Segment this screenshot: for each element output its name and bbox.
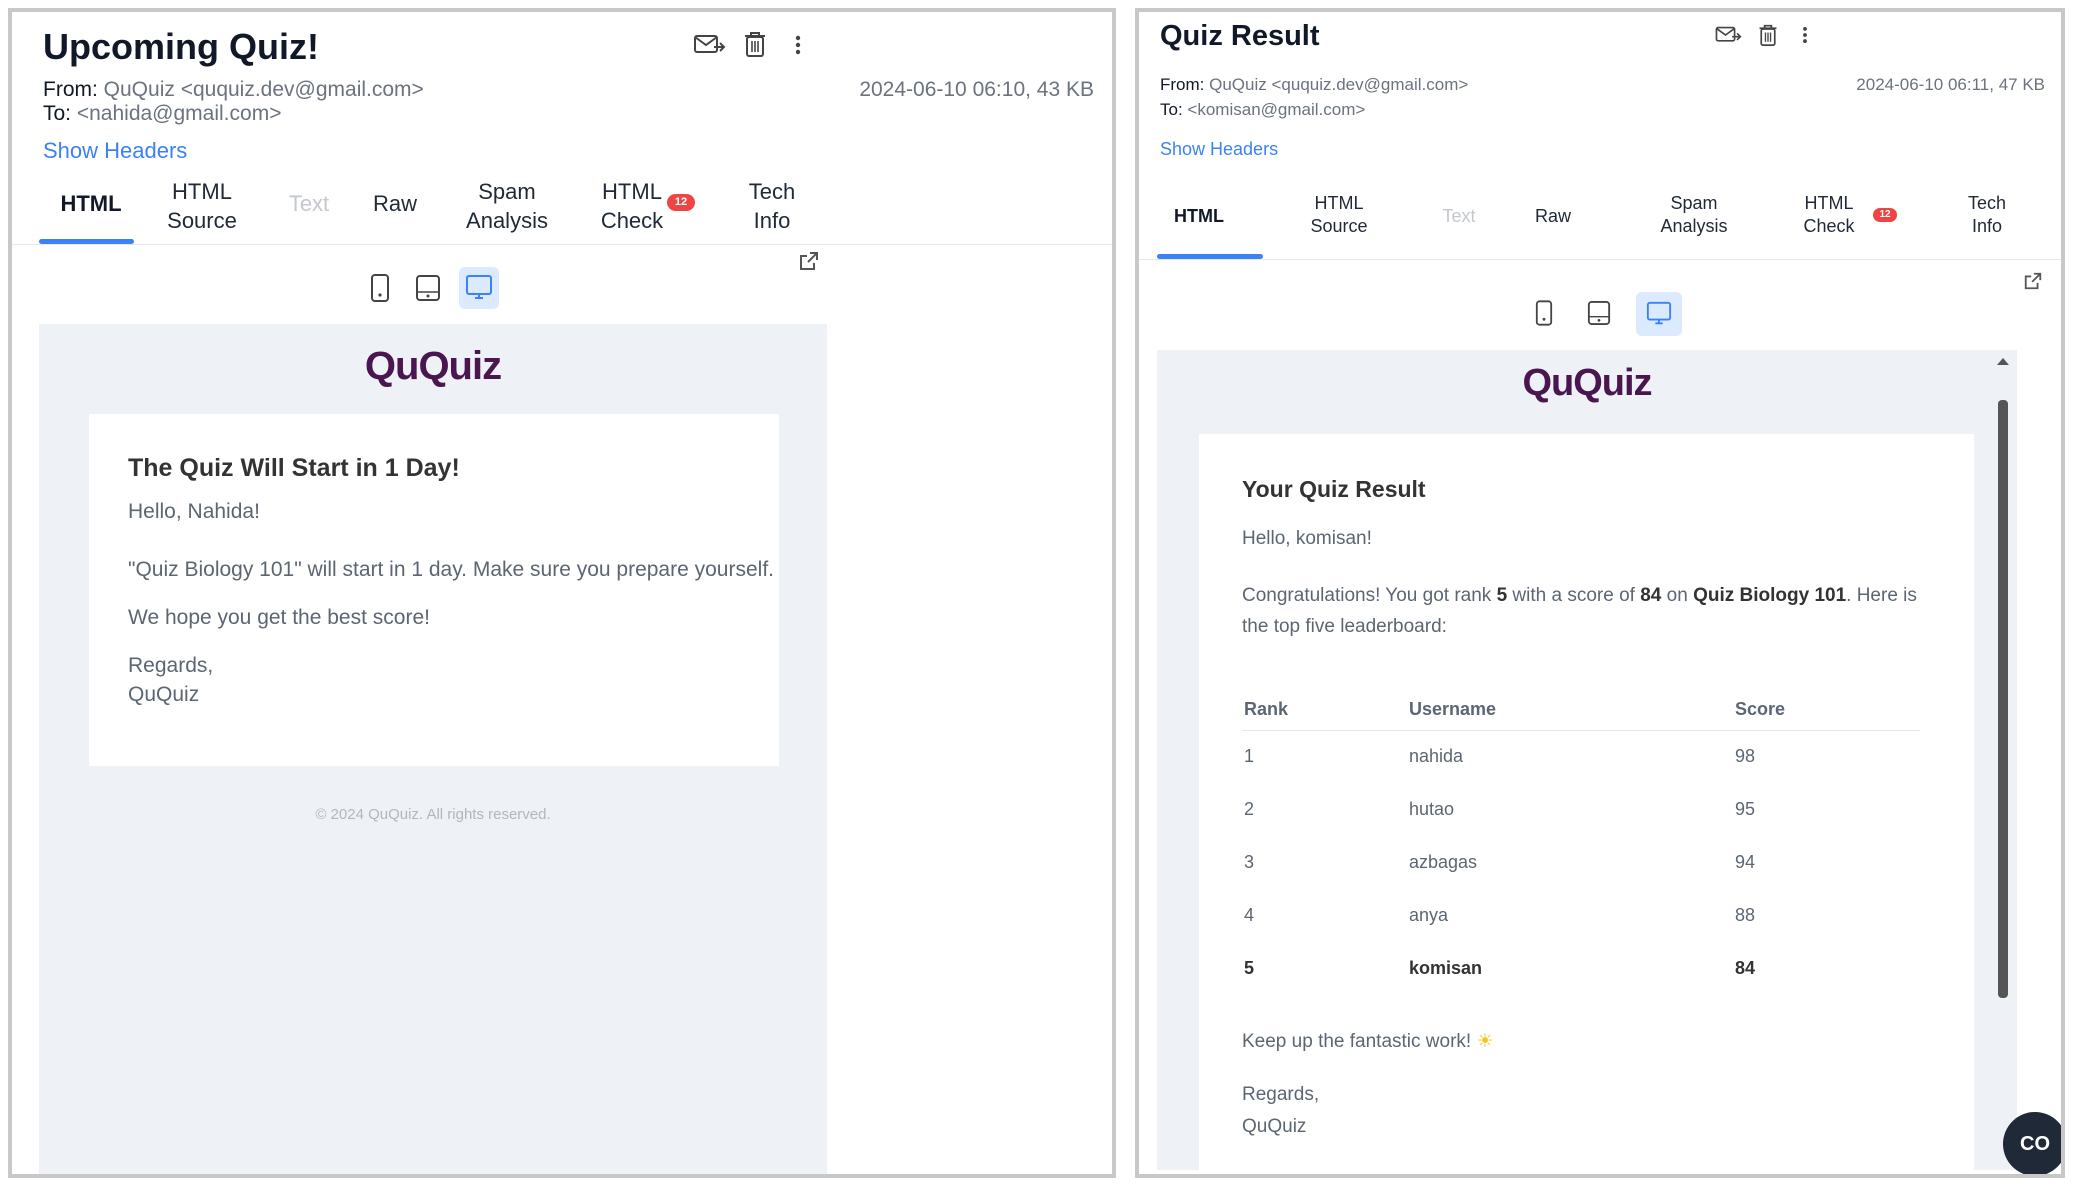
open-external-icon[interactable] [2023, 271, 2043, 291]
to-value: <komisan@gmail.com> [1187, 100, 1366, 119]
leaderboard-table: Rank Username Score 1 nahida 98 2 hutao 95 3… [1242, 690, 1920, 995]
email-card: The Quiz Will Start in 1 Day! Hello, Nah… [89, 414, 779, 766]
sun-emoji-icon: ☀ [1476, 1031, 1494, 1052]
quiz-name: Quiz Biology 101 [1693, 585, 1847, 606]
show-headers-link[interactable]: Show Headers [43, 138, 187, 164]
email-viewer-quiz-result: Quiz Result From: QuQuiz <ququiz.dev@gma… [1135, 8, 2065, 1178]
mobile-view-icon[interactable] [1528, 293, 1560, 333]
tablet-view-icon[interactable] [410, 268, 446, 308]
scrollbar[interactable] [1993, 350, 2013, 1170]
email-subject: Quiz Result [1160, 20, 1320, 52]
html-check-badge: 12 [1873, 208, 1897, 222]
regards-text: Regards, [128, 654, 214, 677]
trash-icon[interactable] [742, 29, 768, 59]
chat-widget-button[interactable]: CO [2003, 1112, 2061, 1174]
ququiz-logo: QuQuiz [364, 344, 502, 388]
from-label: From: [1160, 75, 1205, 94]
scroll-up-arrow-icon [1997, 358, 2009, 365]
table-row-highlighted: 5 komisan 84 [1244, 958, 1756, 978]
card-title: The Quiz Will Start in 1 Day! [128, 454, 460, 482]
tab-divider [12, 244, 1112, 245]
email-preview-area: QuQuiz The Quiz Will Start in 1 Day! Hel… [39, 324, 827, 1174]
desktop-view-icon[interactable] [1636, 292, 1682, 336]
from-line: From: QuQuiz <ququiz.dev@gmail.com> [43, 78, 424, 102]
tab-html-source[interactable]: HTML Source [1289, 192, 1389, 239]
date-size: 2024-06-10 06:10, 43 KB [859, 78, 1094, 101]
to-line: To: <komisan@gmail.com> [1160, 100, 1365, 120]
from-line: From: QuQuiz <ququiz.dev@gmail.com> [1160, 75, 1468, 95]
email-preview-area: QuQuiz Your Quiz Result Hello, komisan! … [1157, 350, 2017, 1170]
signature-text: QuQuiz [1242, 1116, 1307, 1137]
ququiz-logo: QuQuiz [1522, 362, 1652, 404]
desktop-view-icon[interactable] [459, 267, 499, 309]
html-check-badge: 12 [667, 194, 695, 211]
greeting: Hello, komisan! [1242, 528, 1372, 549]
rank-value: 5 [1496, 585, 1508, 606]
tab-tech-info[interactable]: Tech Info [732, 178, 812, 235]
from-label: From: [43, 78, 98, 101]
header-rank: Rank [1242, 690, 1409, 731]
table-row: 1 nahida 98 [1244, 746, 1756, 767]
more-options-icon[interactable] [792, 30, 804, 60]
email-subject: Upcoming Quiz! [43, 26, 319, 67]
greeting: Hello, Nahida! [128, 500, 260, 523]
tab-raw[interactable]: Raw [360, 190, 430, 219]
tab-html-source[interactable]: HTML Source [152, 178, 252, 235]
date-size: 2024-06-10 06:11, 47 KB [1856, 75, 2045, 94]
forward-mail-icon[interactable] [692, 30, 726, 60]
table-header-row: Rank Username Score [1242, 690, 1920, 731]
tab-tech-info[interactable]: Tech Info [1947, 192, 2027, 239]
scrollbar-thumb[interactable] [1998, 400, 2008, 998]
regards-text: Regards, [1242, 1084, 1320, 1105]
to-label: To: [1160, 100, 1183, 119]
forward-mail-icon[interactable] [1714, 22, 1742, 48]
tab-html-check[interactable]: HTML Check [1789, 192, 1869, 239]
hope-text: We hope you get the best score! [128, 606, 430, 629]
open-external-icon[interactable] [798, 250, 820, 272]
header-score: Score [1735, 690, 1920, 731]
tab-html[interactable]: HTML [1169, 205, 1229, 228]
keep-up-text: Keep up the fantastic work! ☀ [1242, 1031, 1494, 1052]
card-title: Your Quiz Result [1242, 476, 1426, 502]
tab-html-check[interactable]: HTML Check [592, 178, 672, 235]
congrats-text: Congratulations! You got rank 5 with a s… [1242, 585, 1917, 638]
to-label: To: [43, 102, 72, 125]
tab-spam-analysis[interactable]: Spam Analysis [452, 178, 562, 235]
table-row: 4 anya 88 [1244, 905, 1756, 925]
tab-divider [1139, 259, 2061, 260]
tab-html[interactable]: HTML [52, 190, 130, 219]
tablet-view-icon[interactable] [1582, 293, 1616, 333]
tab-raw[interactable]: Raw [1523, 205, 1583, 228]
score-value: 84 [1640, 585, 1662, 606]
table-row: 2 hutao 95 [1244, 799, 1756, 819]
table-row: 3 azbagas 94 [1244, 852, 1756, 872]
header-username: Username [1409, 690, 1735, 731]
email-viewer-upcoming-quiz: Upcoming Quiz! From: QuQuiz <ququiz.dev@… [8, 8, 1116, 1178]
to-value: <nahida@gmail.com> [76, 102, 282, 125]
tab-text: Text [288, 191, 330, 216]
email-card: Your Quiz Result Hello, komisan! Congrat… [1199, 434, 1974, 1170]
tab-spam-analysis[interactable]: Spam Analysis [1639, 192, 1749, 239]
from-value: QuQuiz <ququiz.dev@gmail.com> [1209, 75, 1469, 94]
from-value: QuQuiz <ququiz.dev@gmail.com> [103, 78, 424, 101]
tab-text: Text [1442, 206, 1476, 226]
trash-icon[interactable] [1757, 22, 1779, 48]
signature-text: QuQuiz [128, 683, 200, 706]
more-options-icon[interactable] [1799, 22, 1811, 48]
to-line: To: <nahida@gmail.com> [43, 102, 281, 126]
show-headers-link[interactable]: Show Headers [1160, 139, 1278, 160]
copyright-footer: © 2024 QuQuiz. All rights reserved. [315, 806, 551, 823]
mobile-view-icon[interactable] [362, 268, 398, 308]
body-text: "Quiz Biology 101" will start in 1 day. … [128, 558, 774, 581]
